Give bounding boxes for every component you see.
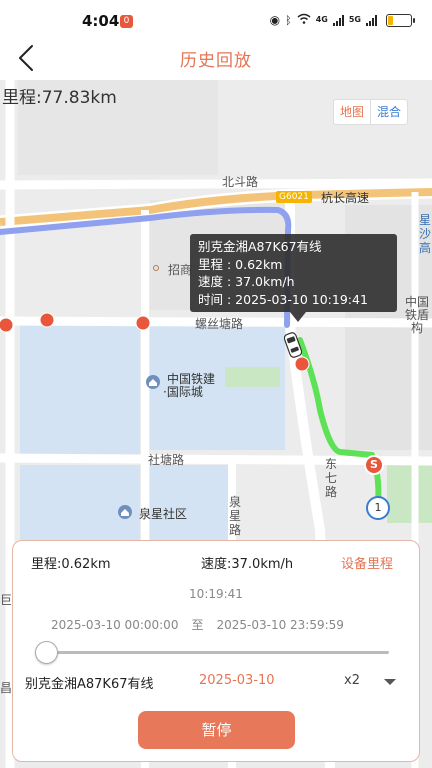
tooltip-plate: 别克金湘A87K67有线: [198, 239, 322, 254]
highway-shield: G6021: [276, 191, 312, 203]
poi-label-quanxing-community: 泉星社区: [139, 507, 188, 521]
bluetooth-icon: ᛒ: [285, 13, 292, 27]
signal-icon-2: [366, 14, 377, 26]
start-marker[interactable]: S: [364, 455, 384, 475]
map-type-switch: 地图 混合: [333, 99, 409, 125]
playback-speed-selector[interactable]: x2: [344, 673, 360, 688]
date-selector[interactable]: 2025-03-10: [199, 673, 275, 688]
poi-label-right-top: 星沙高: [418, 213, 431, 255]
current-playback-time: 10:19:41: [189, 587, 243, 601]
poi-community-icon: [118, 505, 132, 519]
device-mileage-link[interactable]: 设备里程: [341, 553, 393, 572]
road-label-dongqi: 东七路: [324, 457, 337, 499]
road-label-shetang: 社塘路: [148, 453, 185, 467]
range-start[interactable]: 2025-03-10 00:00:00: [51, 618, 178, 632]
battery-level: [388, 15, 393, 25]
current-distance: 里程:0.62km: [31, 557, 111, 572]
poi-label-crcc-2: ·国际城: [163, 385, 203, 399]
poi-dot-icon: [153, 265, 159, 271]
tooltip-speed: 速度 : 37.0km/h: [198, 274, 295, 289]
battery-icon: [386, 13, 415, 27]
total-distance: 里程:77.83km: [2, 88, 117, 108]
vehicle-car-icon[interactable]: [284, 332, 302, 358]
vehicle-plate-selector[interactable]: 别克金湘A87K67有线: [25, 673, 154, 692]
playback-panel: 里程:0.62km 速度:37.0km/h 设备里程 10:19:41 2025…: [12, 540, 420, 762]
page-title: 历史回放: [180, 51, 252, 71]
signal-icon: [332, 14, 344, 26]
tooltip-time: 时间 : 2025-03-10 10:19:41: [198, 291, 368, 307]
playback-slider-thumb[interactable]: [35, 641, 58, 664]
status-icons: ◉ ᛒ 4G 5G: [269, 13, 415, 27]
eye-icon: ◉: [269, 13, 281, 27]
poi-label-right-mid: 中国铁盾构: [404, 295, 429, 335]
tooltip-distance: 里程 : 0.62km: [198, 256, 283, 272]
poi-residential-icon: [146, 375, 160, 389]
road-label-beidou: 北斗路: [222, 175, 259, 189]
wifi-icon: [297, 13, 311, 27]
road-label-luositang: 螺丝塘路: [195, 317, 244, 331]
track-point-tooltip: 别克金湘A87K67有线 里程 : 0.62km 速度 : 37.0km/h 时…: [190, 234, 397, 312]
map-edge-label: 巨: [0, 593, 13, 607]
network-5g-label: 5G: [348, 15, 361, 24]
status-bar: 4:04 0 ◉ ᛒ 4G 5G: [0, 0, 432, 40]
range-separator: 至: [191, 618, 204, 632]
map-type-standard-button[interactable]: 地图: [334, 100, 372, 124]
range-end[interactable]: 2025-03-10 23:59:59: [216, 618, 343, 632]
status-time: 4:04: [82, 12, 120, 30]
notification-badge: 0: [120, 15, 133, 28]
current-speed: 速度:37.0km/h: [201, 557, 294, 572]
route-point-marker[interactable]: 1: [366, 496, 390, 520]
app-header: 历史回放: [0, 40, 432, 80]
highway-name-label: 杭长高速: [321, 191, 370, 205]
tooltip-arrow: [290, 312, 306, 322]
time-range: 2025-03-10 00:00:00 至 2025-03-10 23:59:59: [51, 616, 344, 633]
pause-button[interactable]: 暂停: [138, 711, 295, 749]
road-label-quanxing: 泉星路: [228, 495, 241, 537]
playback-slider-track[interactable]: [43, 651, 389, 654]
poi-label-zhaoshang: 招商: [168, 263, 193, 277]
network-4g-label: 4G: [315, 15, 328, 24]
map-edge-label-2: 昌: [0, 681, 13, 695]
map-type-hybrid-button[interactable]: 混合: [371, 100, 407, 124]
caret-down-icon[interactable]: [384, 679, 396, 685]
